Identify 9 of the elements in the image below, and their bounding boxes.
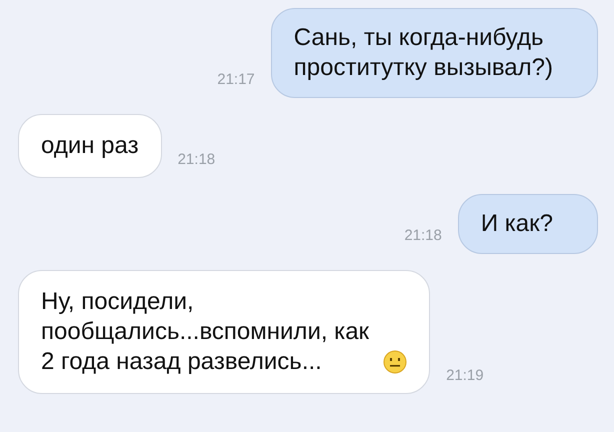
message-text: И как?: [480, 209, 553, 239]
neutral-face-icon: [383, 350, 408, 374]
message-text: Ну, посидели, пообщались...вспомнили, как 2 года назад развелись...: [41, 287, 370, 377]
message-time: 21:18: [404, 227, 442, 244]
message-text: один раз: [41, 131, 139, 161]
message-time: 21:19: [446, 367, 484, 384]
message-time: 21:18: [178, 151, 216, 168]
message-time: 21:17: [217, 71, 255, 88]
message-text: Сань, ты когда-нибудь проститутку вызывал?): [294, 23, 553, 83]
